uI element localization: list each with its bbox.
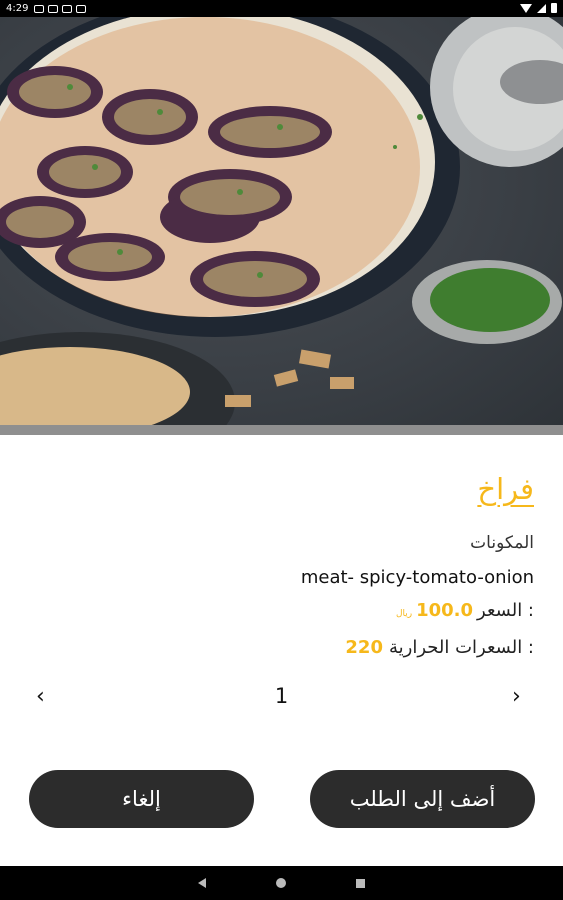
calories-label: السعرات الحرارية : bbox=[388, 637, 534, 658]
navigation-bar bbox=[0, 866, 563, 900]
home-icon[interactable] bbox=[276, 878, 286, 888]
battery-icon bbox=[551, 3, 557, 13]
notification-icon bbox=[48, 4, 59, 13]
currency-label: ريال bbox=[395, 609, 413, 619]
price-row: السعر : 100.0 ريال bbox=[396, 600, 534, 621]
dish-image bbox=[0, 17, 563, 425]
status-bar: 4:29 bbox=[0, 0, 563, 17]
notification-icon bbox=[62, 4, 73, 13]
price-label: السعر : bbox=[477, 600, 534, 621]
dish-title: فراخ bbox=[477, 472, 534, 506]
system-icons bbox=[520, 3, 557, 13]
image-divider bbox=[0, 425, 563, 435]
notification-icons bbox=[34, 4, 87, 13]
dish-photo-illustration bbox=[0, 17, 563, 425]
calories-row: السعرات الحرارية : 220 bbox=[345, 637, 534, 658]
recent-apps-icon[interactable] bbox=[356, 878, 365, 888]
ingredients-label: المكونات bbox=[470, 533, 534, 553]
calories-value: 220 bbox=[345, 637, 383, 658]
status-time: 4:29 bbox=[6, 3, 29, 14]
notification-icon bbox=[76, 4, 87, 13]
back-icon[interactable] bbox=[198, 878, 206, 888]
notification-icon bbox=[34, 4, 45, 13]
chevron-right-icon[interactable]: › bbox=[512, 684, 521, 709]
wifi-icon bbox=[520, 3, 532, 13]
quantity-value: 1 bbox=[274, 684, 289, 708]
cancel-button[interactable]: إلغاء bbox=[29, 770, 254, 828]
add-to-order-button[interactable]: أضف إلى الطلب bbox=[310, 770, 535, 828]
ingredients-value: meat- spicy-tomato-onion bbox=[300, 567, 534, 588]
price-value: 100.0 bbox=[416, 600, 474, 621]
signal-icon bbox=[537, 3, 546, 13]
